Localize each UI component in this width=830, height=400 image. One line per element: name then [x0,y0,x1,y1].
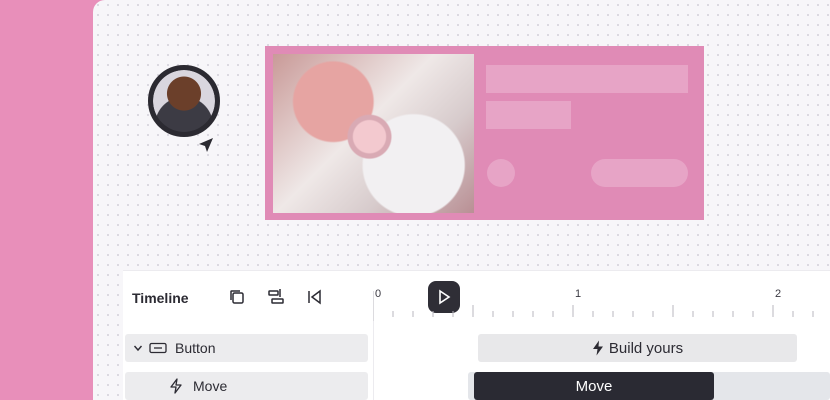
design-canvas[interactable]: Timeline 0 1 2 Button Move Build yours M… [93,0,830,400]
promo-card[interactable] [265,46,704,220]
placeholder-button [591,159,688,187]
cursor-pointer-icon [199,138,213,152]
track-move-label: Move [193,378,228,394]
build-yours-clip[interactable]: Build yours [478,334,797,362]
timeline-panel: Timeline 0 1 2 Button Move Build yours M… [123,270,830,400]
chevron-down-icon[interactable] [133,343,143,353]
skip-to-start-icon [308,289,321,305]
track-button[interactable]: Button [125,334,368,362]
duplicate-button[interactable] [221,281,253,313]
align-button[interactable] [260,281,292,313]
track-move[interactable]: Move [125,372,368,400]
button-element-icon [149,342,167,354]
track-button-label: Button [175,340,216,356]
bolt-icon [170,378,182,394]
align-icon [268,289,284,304]
placeholder-title [486,65,688,93]
build-yours-label: Build yours [608,339,684,357]
placeholder-circle [487,159,515,187]
ruler-ticks [373,291,814,321]
move-clip-label: Move [575,377,613,395]
ruler-label-0: 0 [375,288,382,300]
ruler-label-2: 2 [775,288,782,300]
duplicate-icon [230,290,244,304]
collaborator-avatar [148,65,220,137]
ruler-label-1: 1 [575,288,582,300]
timeline-title: Timeline [132,290,189,306]
move-clip[interactable]: Move [474,372,714,400]
placeholder-subtitle [486,101,571,129]
bolt-icon [592,340,603,356]
time-ruler[interactable]: 0 1 2 [373,285,830,321]
skip-to-start-button[interactable] [298,281,330,313]
lab-photo [273,54,474,213]
timeline-divider [373,321,374,400]
